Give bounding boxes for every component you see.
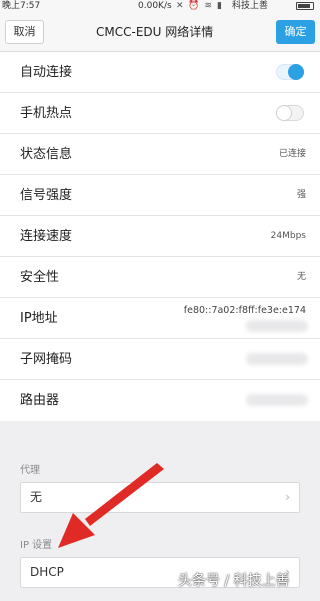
red-arrow-annotation [58, 463, 164, 548]
arrow-shaft [85, 463, 164, 526]
watermark: 头条号 / 科技上善 [178, 573, 290, 589]
